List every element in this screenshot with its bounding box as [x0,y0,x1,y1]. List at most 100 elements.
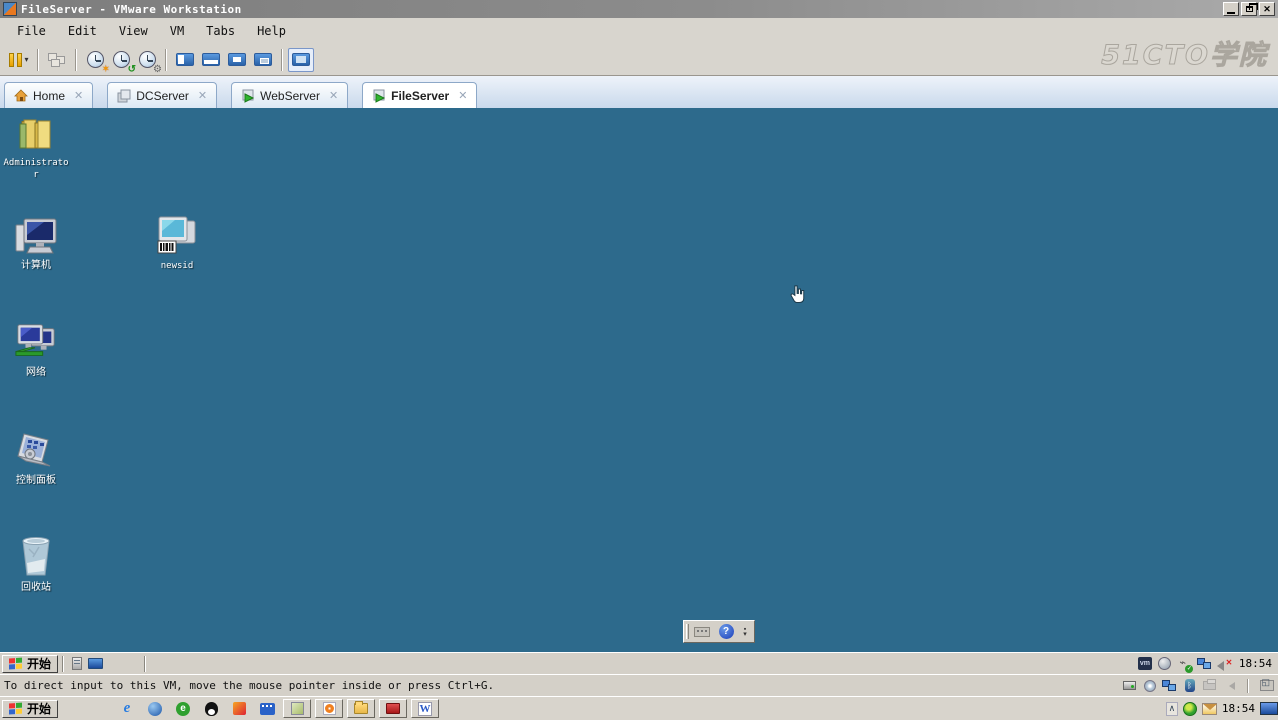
help-icon[interactable]: ? [715,623,737,640]
language-bar-grip[interactable] [686,624,689,639]
toolbar: ▾ ✶ ↺ ⚙ [0,44,1278,76]
internet-explorer-icon[interactable]: e [116,700,138,718]
toolbar-separator [37,48,39,71]
options-chevron-icon[interactable]: ▪ ▾ [739,626,751,638]
close-button[interactable]: ✕ [1259,2,1275,16]
media-box-icon[interactable] [228,700,250,718]
desktop-icon-newsid[interactable]: newsid [141,215,213,272]
word-task-button[interactable]: W [411,699,440,718]
computer-icon [14,215,58,257]
video-player-icon[interactable] [256,700,278,718]
bluetooth-icon[interactable]: ᛒ [1182,679,1197,692]
tab-close-icon[interactable]: ✕ [329,89,338,102]
office-o-task-button[interactable] [315,699,344,718]
host-clock[interactable]: 18:54 [1222,702,1255,715]
unity-view-icon[interactable] [250,48,276,72]
desktop-icon-control-panel[interactable]: 控制面板 [0,430,72,487]
keyboard-icon[interactable] [691,623,713,640]
control-panel-icon [14,430,58,472]
manage-snapshots-icon[interactable]: ⚙ [134,48,162,74]
51cto-watermark: 51CTO学院 [1101,40,1268,72]
host-start-button[interactable]: 开始 [2,699,59,718]
take-snapshot-icon[interactable]: ✶ [82,48,110,74]
green-browser-icon[interactable]: e [172,700,194,718]
network-adapter-icon[interactable] [1162,679,1177,692]
scheduled-task-icon[interactable] [1157,656,1173,671]
desktop-icon-computer[interactable]: 计算机 [0,215,72,272]
device-status-icons: ᛒ [1122,677,1274,693]
vm-guest-screen[interactable]: Administrator 计算机 newsid 网络 控制面板 回收站 ? ▪… [0,108,1278,674]
host-system-tray: ∧ 18:54 [1165,701,1278,716]
minimize-button[interactable] [1223,2,1239,16]
tab-close-icon[interactable]: ✕ [458,89,467,102]
sound-icon[interactable] [1222,679,1237,692]
vm-start-label: 开始 [27,657,52,671]
ctrl-alt-del-icon[interactable] [44,48,70,72]
windows-flag-icon [9,657,23,670]
browser-globe-icon[interactable] [144,700,166,718]
desktop-icon-label: 计算机 [21,260,51,271]
folder-task-button[interactable] [347,699,376,718]
menu-edit[interactable]: Edit [57,21,108,41]
notepad-task-button[interactable] [283,699,312,718]
menu-help[interactable]: Help [246,21,297,41]
tab-fileserver[interactable]: FileServer ✕ [362,82,478,108]
menu-vm[interactable]: VM [159,21,195,41]
show-sidebar-view-icon[interactable] [172,48,198,72]
language-bar[interactable]: ? ▪ ▾ [683,620,755,643]
revert-snapshot-icon[interactable]: ↺ [108,48,136,74]
vmware-app-icon [3,2,17,16]
display-tray-icon[interactable] [1260,702,1278,715]
vm-start-button[interactable]: 开始 [2,654,59,673]
vm-system-tray: vm 18:54 [1137,656,1276,673]
show-thumbnail-view-icon[interactable] [198,48,224,72]
taskbar-separator [62,655,65,672]
tab-bar: Home ✕ DCServer ✕ WebServer ✕ FileServer… [0,76,1278,108]
antivirus-tray-icon[interactable] [1182,701,1197,716]
tab-webserver[interactable]: WebServer ✕ [231,82,349,108]
menu-bar: File Edit View VM Tabs Help [0,18,1278,44]
console-view-icon[interactable] [288,47,314,72]
menu-tabs[interactable]: Tabs [195,21,246,41]
tab-label: WebServer [260,88,320,103]
printer-icon[interactable] [1202,679,1217,692]
suspend-power-icon[interactable]: ▾ [6,48,32,72]
title-bar[interactable]: FileServer - VMware Workstation ✕ [0,0,1278,18]
restore-button[interactable] [1241,2,1258,16]
cd-dvd-icon[interactable] [1142,679,1157,692]
fullscreen-view-icon[interactable] [224,48,250,72]
desktop-icon-recycle-bin[interactable]: 回收站 [0,537,72,594]
menu-view[interactable]: View [108,21,159,41]
desktop-icon-network[interactable]: 网络 [0,322,72,379]
windows-flag-icon [9,702,23,715]
tab-label: DCServer [136,88,189,103]
hide-icons-chevron[interactable]: ∧ [1165,701,1178,716]
tab-home[interactable]: Home ✕ [4,82,94,108]
server-manager-icon[interactable] [68,656,86,672]
toolbar-separator [165,48,167,71]
volume-muted-icon[interactable] [1217,656,1233,671]
vm-running-icon [372,89,386,103]
mail-guard-tray-icon[interactable] [1201,702,1217,715]
vm-clock[interactable]: 18:54 [1239,657,1272,670]
desktop-icon-label: 控制面板 [16,475,56,486]
menu-file[interactable]: File [6,21,57,41]
qq-icon[interactable] [200,700,222,718]
toolbox-task-button[interactable] [379,699,408,718]
desktop-icon-administrator[interactable]: Administrator [0,112,72,181]
host-taskbar: 开始 e e W ∧ 18:54 [0,696,1278,720]
toolbar-separator [75,48,77,71]
desktop-icon-label: Administrator [3,158,69,180]
vmware-workstation-window: FileServer - VMware Workstation ✕ File E… [0,0,1278,720]
network-tray-icon[interactable] [1197,656,1213,671]
desktop-icon-label: newsid [160,261,194,271]
hard-disk-icon[interactable] [1122,679,1137,692]
exit-fullscreen-icon[interactable] [1259,677,1274,692]
tab-close-icon[interactable]: ✕ [74,89,83,102]
recycle-bin-icon [14,537,58,579]
show-desktop-icon[interactable] [86,656,104,672]
tab-close-icon[interactable]: ✕ [198,89,207,102]
tab-dcserver[interactable]: DCServer ✕ [107,82,218,108]
safely-remove-hardware-icon[interactable] [1177,656,1194,673]
vmware-tools-icon[interactable]: vm [1137,656,1153,671]
